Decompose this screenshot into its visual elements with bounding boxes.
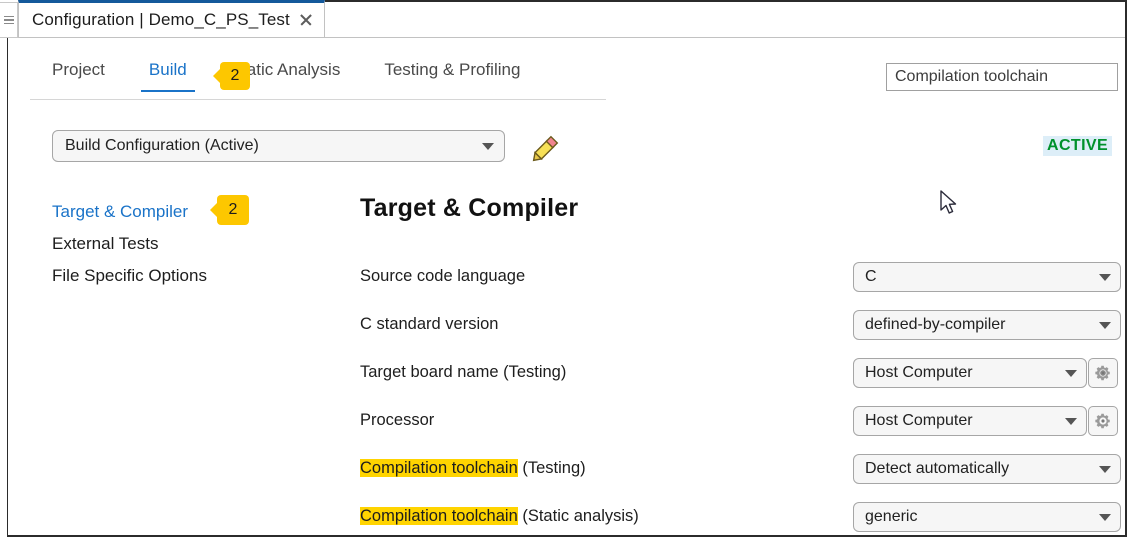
- menu-handle-icon: [4, 16, 14, 25]
- form-label-text: (Testing): [518, 459, 586, 477]
- form-label-highlight: Compilation toolchain: [360, 507, 518, 525]
- chevron-down-icon: [1065, 370, 1077, 377]
- source-code-language-value: C: [865, 268, 877, 286]
- form-row-compilation-toolchain-static-analysis: Compilation toolchain (Static analysis) …: [360, 502, 1120, 550]
- form-label: Compilation toolchain (Static analysis): [360, 507, 639, 526]
- form-row-target-board-name: Target board name (Testing) Host Compute…: [360, 358, 1120, 406]
- target-board-settings-button[interactable]: [1088, 358, 1118, 388]
- chevron-down-icon: [1099, 274, 1111, 281]
- sidebar-toggle-handle[interactable]: [0, 2, 18, 38]
- callout-badge-step-2-target-compiler: 2: [217, 195, 249, 225]
- chevron-down-icon: [1099, 514, 1111, 521]
- form-label: Processor: [360, 411, 434, 430]
- form-row-compilation-toolchain-testing: Compilation toolchain (Testing) Detect a…: [360, 454, 1120, 502]
- sidebar-item-target-compiler[interactable]: Target & Compiler: [52, 196, 332, 228]
- search-term-value: Compilation toolchain: [895, 68, 1048, 86]
- document-tabstrip: Configuration | Demo_C_PS_Test: [18, 0, 1127, 39]
- form-label: Compilation toolchain (Testing): [360, 459, 586, 478]
- document-tab-configuration[interactable]: Configuration | Demo_C_PS_Test: [18, 0, 325, 38]
- page-title: Target & Compiler: [360, 194, 578, 223]
- status-badge-active: ACTIVE: [1043, 136, 1112, 156]
- c-standard-version-select[interactable]: defined-by-compiler: [853, 310, 1121, 340]
- chevron-down-icon: [1099, 322, 1111, 329]
- form-row-source-code-language: Source code language C: [360, 262, 1120, 310]
- compilation-toolchain-static-analysis-value: generic: [865, 508, 917, 526]
- compilation-toolchain-testing-select[interactable]: Detect automatically: [853, 454, 1121, 484]
- callout-badge-step-2-build: 2: [220, 62, 250, 90]
- form-label-text: C standard version: [360, 315, 499, 333]
- settings-category-list: Target & Compiler External Tests File Sp…: [52, 196, 332, 292]
- sidebar-item-file-specific-options[interactable]: File Specific Options: [52, 260, 332, 292]
- tabstrip-underline: [325, 37, 1125, 38]
- nav-tabs-divider: [30, 99, 606, 100]
- chevron-down-icon: [482, 143, 494, 150]
- chevron-down-icon: [1065, 418, 1077, 425]
- pencil-icon[interactable]: [528, 130, 564, 166]
- main-nav-tabs: Project Build Static Analysis Testing & …: [30, 58, 542, 100]
- compilation-toolchain-static-analysis-select[interactable]: generic: [853, 502, 1121, 532]
- target-board-name-select[interactable]: Host Computer: [853, 358, 1087, 388]
- compilation-toolchain-testing-value: Detect automatically: [865, 460, 1009, 478]
- build-configuration-select[interactable]: Build Configuration (Active): [52, 130, 505, 162]
- processor-settings-button[interactable]: [1088, 406, 1118, 436]
- form-label-text: Source code language: [360, 267, 525, 285]
- sidebar-item-external-tests[interactable]: External Tests: [52, 228, 332, 260]
- build-configuration-value: Build Configuration (Active): [65, 137, 259, 155]
- form-row-c-standard-version: C standard version defined-by-compiler: [360, 310, 1120, 358]
- form-label: C standard version: [360, 315, 499, 334]
- gear-icon: [1094, 364, 1112, 382]
- form-label: Target board name (Testing): [360, 363, 566, 382]
- chevron-down-icon: [1099, 466, 1111, 473]
- tab-testing-profiling[interactable]: Testing & Profiling: [362, 58, 542, 92]
- search-term-box[interactable]: Compilation toolchain: [886, 63, 1118, 91]
- mouse-pointer-icon: [940, 190, 960, 218]
- document-tab-title: Configuration | Demo_C_PS_Test: [32, 10, 290, 30]
- gear-icon: [1094, 412, 1112, 430]
- settings-form: Source code language C C standard versio…: [360, 262, 1120, 550]
- window-border-left: [7, 20, 8, 537]
- source-code-language-select[interactable]: C: [853, 262, 1121, 292]
- processor-value: Host Computer: [865, 412, 973, 430]
- close-icon[interactable]: [298, 12, 314, 28]
- form-label-text: Processor: [360, 411, 434, 429]
- form-label: Source code language: [360, 267, 525, 286]
- form-label-text: (Static analysis): [518, 507, 639, 525]
- form-label-highlight: Compilation toolchain: [360, 459, 518, 477]
- application-window: Configuration | Demo_C_PS_Test Project B…: [0, 0, 1127, 537]
- processor-select[interactable]: Host Computer: [853, 406, 1087, 436]
- c-standard-version-value: defined-by-compiler: [865, 316, 1006, 334]
- target-board-name-value: Host Computer: [865, 364, 973, 382]
- form-row-processor: Processor Host Computer: [360, 406, 1120, 454]
- tab-build[interactable]: Build: [127, 58, 209, 92]
- form-label-text: Target board name (Testing): [360, 363, 566, 381]
- tab-project[interactable]: Project: [30, 58, 127, 92]
